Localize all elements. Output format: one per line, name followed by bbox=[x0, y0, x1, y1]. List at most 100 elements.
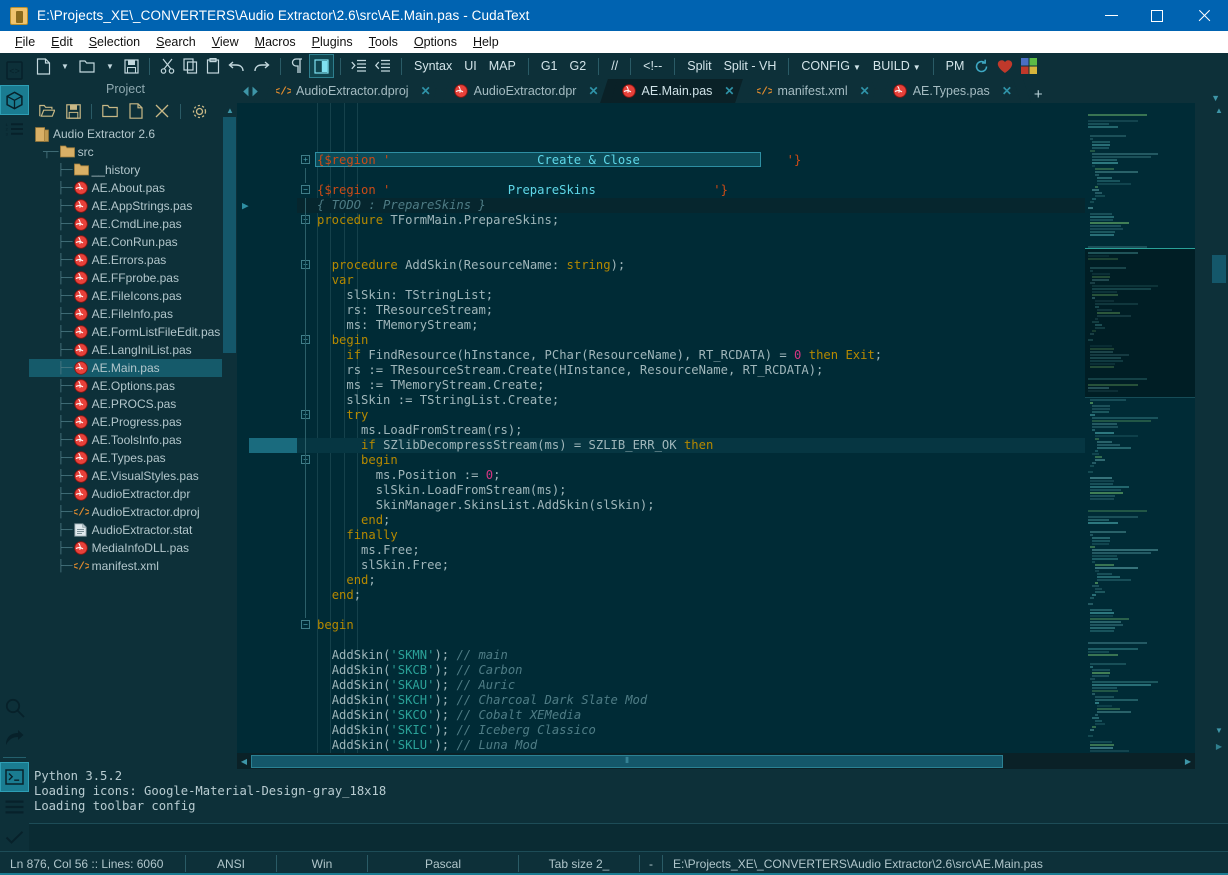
undo-button[interactable] bbox=[224, 54, 249, 78]
scroll-up-arrow[interactable]: ▲ bbox=[1211, 103, 1227, 117]
tree-item[interactable]: ├─ AE.FormListFileEdit.pas bbox=[29, 323, 222, 341]
tab-close-icon[interactable]: ✕ bbox=[421, 84, 431, 98]
new-file-dropdown[interactable]: ▼ bbox=[55, 54, 75, 78]
fold-collapse-icon[interactable]: − bbox=[301, 185, 310, 194]
status-encoding[interactable]: ANSI bbox=[186, 852, 276, 875]
open-folder-button[interactable] bbox=[75, 54, 100, 78]
tree-item[interactable]: ├─ AE.ConRun.pas bbox=[29, 233, 222, 251]
g1-button[interactable]: G1 bbox=[535, 59, 564, 73]
vertical-scroll-thumb[interactable] bbox=[1212, 255, 1226, 283]
toggle-minimap-button[interactable] bbox=[309, 54, 334, 78]
fold-expand-icon[interactable]: + bbox=[301, 155, 310, 164]
tab-close-icon[interactable]: ✕ bbox=[588, 84, 598, 98]
rail-project-button[interactable] bbox=[0, 85, 29, 115]
tab-close-icon[interactable]: ✕ bbox=[1002, 84, 1012, 98]
editor-vertical-scrollbar[interactable]: ▲ ▼ ▶ bbox=[1211, 103, 1228, 753]
status-file-path[interactable]: E:\Projects_XE\_CONVERTERS\Audio Extract… bbox=[663, 852, 1053, 875]
tree-item[interactable]: ├─ AE.VisualStyles.pas bbox=[29, 467, 222, 485]
tree-item[interactable]: ├─ AE.Errors.pas bbox=[29, 251, 222, 269]
save-button[interactable] bbox=[120, 54, 143, 78]
tab-ae-types-pas[interactable]: AE.Types.pas ✕ bbox=[870, 79, 1031, 103]
tree-item[interactable]: ├─ AE.LangIniList.pas bbox=[29, 341, 222, 359]
rail-numbered-list-button[interactable]: 123 bbox=[0, 115, 29, 145]
map-button[interactable]: MAP bbox=[483, 59, 522, 73]
project-tree-scrollbar[interactable]: ▲ bbox=[222, 103, 237, 753]
minimize-button[interactable] bbox=[1088, 0, 1134, 31]
tree-item[interactable]: ├─ MediaInfoDLL.pas bbox=[29, 539, 222, 557]
cut-button[interactable] bbox=[156, 54, 179, 78]
g2-button[interactable]: G2 bbox=[564, 59, 593, 73]
horizontal-scroll-thumb[interactable]: ⦀ bbox=[251, 754, 1003, 768]
tree-scroll-up-arrow[interactable]: ▲ bbox=[222, 103, 238, 117]
menu-help[interactable]: Help bbox=[465, 33, 507, 51]
rail-search-button[interactable] bbox=[0, 693, 29, 723]
menu-plugins[interactable]: Plugins bbox=[304, 33, 361, 51]
tab-close-icon[interactable]: ✕ bbox=[860, 84, 870, 98]
tab-manifest-xml[interactable]: </> manifest.xml ✕ bbox=[735, 79, 889, 103]
status-line-ends[interactable]: Win bbox=[277, 852, 367, 875]
color-palette-button[interactable] bbox=[1017, 54, 1041, 78]
build-dropdown[interactable]: BUILD ▼ bbox=[867, 59, 927, 73]
menu-macros[interactable]: Macros bbox=[247, 33, 304, 51]
remove-item-button[interactable] bbox=[150, 100, 174, 122]
console-input[interactable] bbox=[29, 823, 1228, 851]
rail-console-button[interactable] bbox=[0, 762, 29, 792]
new-file-button[interactable] bbox=[32, 54, 55, 78]
menu-tools[interactable]: Tools bbox=[361, 33, 406, 51]
open-project-button[interactable] bbox=[35, 100, 59, 122]
tree-item[interactable]: ├─ AE.FileInfo.pas bbox=[29, 305, 222, 323]
tree-item[interactable]: ┬─ src bbox=[29, 143, 222, 161]
open-folder-dropdown[interactable]: ▼ bbox=[100, 54, 120, 78]
indent-button[interactable] bbox=[347, 54, 371, 78]
tree-expander[interactable]: ┬─ bbox=[43, 146, 59, 158]
fold-collapse-icon[interactable]: − bbox=[301, 620, 310, 629]
tab-close-icon[interactable]: ✕ bbox=[724, 84, 734, 98]
status-lexer[interactable]: Pascal bbox=[368, 852, 518, 875]
menu-file[interactable]: File bbox=[7, 33, 43, 51]
config-dropdown[interactable]: CONFIG ▼ bbox=[795, 59, 867, 73]
redo-button[interactable] bbox=[249, 54, 274, 78]
paste-button[interactable] bbox=[202, 54, 224, 78]
favorite-heart-button[interactable] bbox=[993, 54, 1017, 78]
tab-list-dropdown[interactable]: ▼ bbox=[1203, 93, 1228, 103]
tree-item[interactable]: Audio Extractor 2.6 bbox=[29, 125, 222, 143]
toggle-unprinted-button[interactable] bbox=[287, 54, 309, 78]
menu-view[interactable]: View bbox=[204, 33, 247, 51]
tree-item[interactable]: ├─ AE.ToolsInfo.pas bbox=[29, 431, 222, 449]
split-button[interactable]: Split bbox=[681, 59, 717, 73]
tree-item[interactable]: ├─ __history bbox=[29, 161, 222, 179]
block-comment-button[interactable]: <!-- bbox=[637, 59, 668, 73]
menu-search[interactable]: Search bbox=[148, 33, 204, 51]
tree-item[interactable]: ├─ AE.About.pas bbox=[29, 179, 222, 197]
pm-button[interactable]: PM bbox=[940, 59, 971, 73]
rail-goto-button[interactable] bbox=[0, 723, 29, 753]
menu-options[interactable]: Options bbox=[406, 33, 465, 51]
tab-ae-main-pas[interactable]: AE.Main.pas ✕ bbox=[599, 79, 754, 103]
tree-item[interactable]: ├─ AE.FileIcons.pas bbox=[29, 287, 222, 305]
tab-audioextractor-dproj[interactable]: </> AudioExtractor.dproj ✕ bbox=[254, 79, 450, 103]
tree-scroll-thumb[interactable] bbox=[223, 117, 236, 353]
status-tab-size[interactable]: Tab size 2_ bbox=[519, 852, 639, 875]
line-comment-button[interactable]: // bbox=[605, 59, 624, 73]
menu-selection[interactable]: Selection bbox=[81, 33, 148, 51]
ui-button[interactable]: UI bbox=[458, 59, 483, 73]
editor-horizontal-scrollbar[interactable]: ◀ ⦀ ▶ bbox=[237, 753, 1195, 769]
rail-code-tree-button[interactable]: <> bbox=[0, 55, 29, 85]
tree-item[interactable]: ├─ </> AudioExtractor.dproj bbox=[29, 503, 222, 521]
status-caret-position[interactable]: Ln 876, Col 56 :: Lines: 6060 bbox=[0, 852, 185, 875]
tree-item[interactable]: ├─ AE.CmdLine.pas bbox=[29, 215, 222, 233]
reload-button[interactable] bbox=[970, 54, 993, 78]
project-file-tree[interactable]: Audio Extractor 2.6 ┬─ src ├─ __history ├─ AE.… bbox=[29, 125, 222, 753]
tree-item[interactable]: ├─ AE.Types.pas bbox=[29, 449, 222, 467]
project-properties-button[interactable] bbox=[187, 100, 211, 122]
tree-item-selected[interactable]: ├─ AE.Main.pas bbox=[29, 359, 222, 377]
rail-validate-button[interactable] bbox=[0, 822, 29, 852]
tab-audioextractor-dpr[interactable]: AudioExtractor.dpr ✕ bbox=[431, 79, 618, 103]
tree-item[interactable]: ├─ AE.PROCS.pas bbox=[29, 395, 222, 413]
scroll-jump-arrow[interactable]: ▶ bbox=[1211, 739, 1227, 753]
tree-item[interactable]: ├─ AudioExtractor.stat bbox=[29, 521, 222, 539]
code-editor[interactable]: 657658659660+{$region ' Create & Close '… bbox=[237, 103, 1228, 753]
syntax-button[interactable]: Syntax bbox=[408, 59, 458, 73]
scroll-right-arrow[interactable]: ▶ bbox=[1181, 757, 1195, 766]
tree-item[interactable]: ├─ AudioExtractor.dpr bbox=[29, 485, 222, 503]
